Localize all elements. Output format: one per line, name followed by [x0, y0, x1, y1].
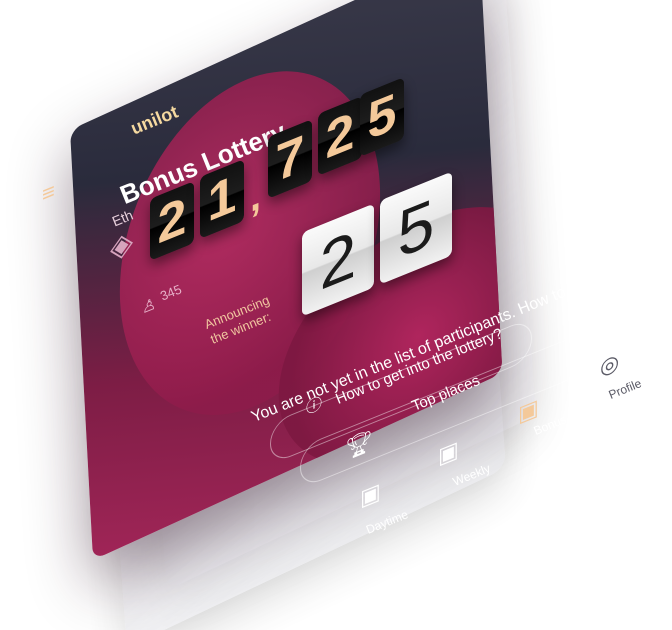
person-icon[interactable]: ◎ — [600, 348, 619, 382]
device-stage: unilot ≡ Bonus Lottery Eth ◈ 2 1 , 7 2 5… — [0, 0, 672, 630]
amount-separator: , — [250, 172, 262, 222]
hamburger-icon[interactable]: ≡ — [42, 177, 55, 208]
tab-profile[interactable]: Profile — [607, 376, 644, 402]
